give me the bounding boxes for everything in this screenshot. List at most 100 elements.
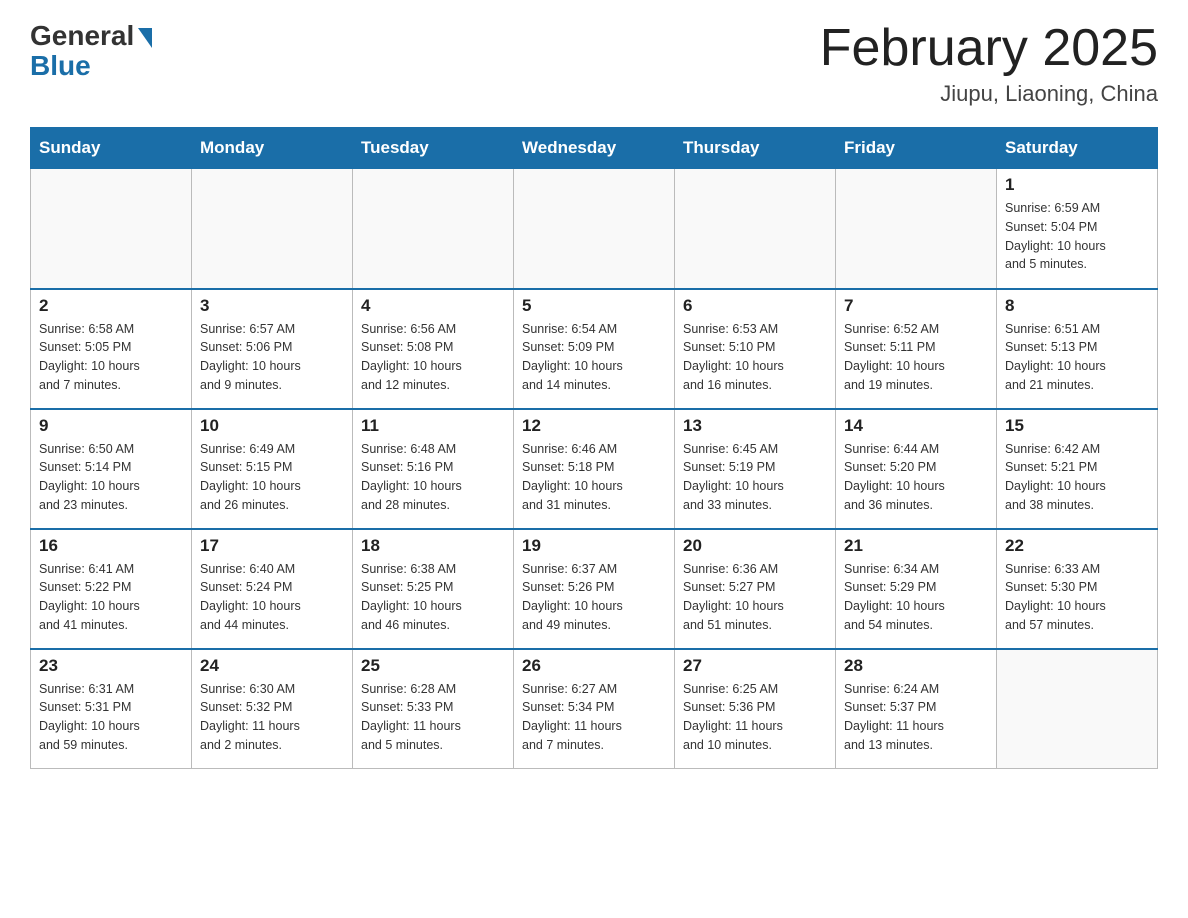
weekday-header-row: SundayMondayTuesdayWednesdayThursdayFrid… [31, 128, 1158, 169]
calendar-cell: 20Sunrise: 6:36 AM Sunset: 5:27 PM Dayli… [675, 529, 836, 649]
calendar-cell: 7 Sunrise: 6:52 AM Sunset: 5:11 PM Daylig… [836, 289, 997, 409]
calendar-week-row: 2 Sunrise: 6:58 AM Sunset: 5:05 PM Daylig… [31, 289, 1158, 409]
calendar-week-row: 16 Sunrise: 6:41 AM Sunset: 5:22 PM Dayli… [31, 529, 1158, 649]
calendar-cell: 10 Sunrise: 6:49 AM Sunset: 5:15 PM Dayli… [192, 409, 353, 529]
day-number: 26 [522, 656, 666, 676]
location-text: Jiupu, Liaoning, China [820, 81, 1158, 107]
day-info: Sunrise: 6:52 AM Sunset: 5:11 PM Dayligh… [844, 320, 988, 395]
day-number: 21 [844, 536, 988, 556]
calendar-cell [997, 649, 1158, 769]
day-number: 7 [844, 296, 988, 316]
day-number: 17 [200, 536, 344, 556]
day-info: Sunrise: 6:59 AM Sunset: 5:04 PM Dayligh… [1005, 199, 1149, 274]
day-info: Sunrise: 6:49 AM Sunset: 5:15 PM Dayligh… [200, 440, 344, 515]
day-info: Sunrise: 6:46 AM Sunset: 5:18 PM Dayligh… [522, 440, 666, 515]
day-info: Sunrise: 6:54 AM Sunset: 5:09 PM Dayligh… [522, 320, 666, 395]
calendar-cell: 3 Sunrise: 6:57 AM Sunset: 5:06 PM Daylig… [192, 289, 353, 409]
logo-blue-text: Blue [30, 50, 91, 82]
logo: General Blue [30, 20, 152, 82]
weekday-header-monday: Monday [192, 128, 353, 169]
day-number: 5 [522, 296, 666, 316]
day-number: 2 [39, 296, 183, 316]
day-info: Sunrise: 6:42 AM Sunset: 5:21 PM Dayligh… [1005, 440, 1149, 515]
day-number: 22 [1005, 536, 1149, 556]
weekday-header-friday: Friday [836, 128, 997, 169]
calendar-cell: 17 Sunrise: 6:40 AM Sunset: 5:24 PM Dayli… [192, 529, 353, 649]
calendar-cell: 15 Sunrise: 6:42 AM Sunset: 5:21 PM Dayli… [997, 409, 1158, 529]
day-number: 1 [1005, 175, 1149, 195]
calendar-cell [31, 169, 192, 289]
calendar-cell: 11Sunrise: 6:48 AM Sunset: 5:16 PM Dayli… [353, 409, 514, 529]
day-number: 24 [200, 656, 344, 676]
day-info: Sunrise: 6:50 AM Sunset: 5:14 PM Dayligh… [39, 440, 183, 515]
month-title: February 2025 [820, 20, 1158, 77]
calendar-cell: 24 Sunrise: 6:30 AM Sunset: 5:32 PM Dayli… [192, 649, 353, 769]
day-number: 3 [200, 296, 344, 316]
day-info: Sunrise: 6:31 AM Sunset: 5:31 PM Dayligh… [39, 680, 183, 755]
day-number: 4 [361, 296, 505, 316]
day-info: Sunrise: 6:28 AM Sunset: 5:33 PM Dayligh… [361, 680, 505, 755]
page-header: General Blue February 2025 Jiupu, Liaoni… [30, 20, 1158, 107]
day-info: Sunrise: 6:56 AM Sunset: 5:08 PM Dayligh… [361, 320, 505, 395]
day-info: Sunrise: 6:40 AM Sunset: 5:24 PM Dayligh… [200, 560, 344, 635]
day-number: 28 [844, 656, 988, 676]
day-info: Sunrise: 6:53 AM Sunset: 5:10 PM Dayligh… [683, 320, 827, 395]
weekday-header-sunday: Sunday [31, 128, 192, 169]
day-info: Sunrise: 6:37 AM Sunset: 5:26 PM Dayligh… [522, 560, 666, 635]
calendar-cell: 12 Sunrise: 6:46 AM Sunset: 5:18 PM Dayli… [514, 409, 675, 529]
day-info: Sunrise: 6:34 AM Sunset: 5:29 PM Dayligh… [844, 560, 988, 635]
day-info: Sunrise: 6:38 AM Sunset: 5:25 PM Dayligh… [361, 560, 505, 635]
day-number: 16 [39, 536, 183, 556]
day-number: 19 [522, 536, 666, 556]
day-number: 6 [683, 296, 827, 316]
day-info: Sunrise: 6:30 AM Sunset: 5:32 PM Dayligh… [200, 680, 344, 755]
day-number: 18 [361, 536, 505, 556]
logo-general-text: General [30, 20, 134, 52]
day-number: 23 [39, 656, 183, 676]
day-number: 8 [1005, 296, 1149, 316]
calendar-cell: 14Sunrise: 6:44 AM Sunset: 5:20 PM Dayli… [836, 409, 997, 529]
header-right: February 2025 Jiupu, Liaoning, China [820, 20, 1158, 107]
calendar-cell: 6 Sunrise: 6:53 AM Sunset: 5:10 PM Daylig… [675, 289, 836, 409]
day-number: 11 [361, 416, 505, 436]
day-number: 12 [522, 416, 666, 436]
calendar-table: SundayMondayTuesdayWednesdayThursdayFrid… [30, 127, 1158, 769]
calendar-cell: 25 Sunrise: 6:28 AM Sunset: 5:33 PM Dayli… [353, 649, 514, 769]
calendar-cell: 4 Sunrise: 6:56 AM Sunset: 5:08 PM Daylig… [353, 289, 514, 409]
day-number: 25 [361, 656, 505, 676]
day-info: Sunrise: 6:45 AM Sunset: 5:19 PM Dayligh… [683, 440, 827, 515]
calendar-cell: 19 Sunrise: 6:37 AM Sunset: 5:26 PM Dayli… [514, 529, 675, 649]
calendar-cell: 21 Sunrise: 6:34 AM Sunset: 5:29 PM Dayli… [836, 529, 997, 649]
calendar-cell [192, 169, 353, 289]
day-info: Sunrise: 6:24 AM Sunset: 5:37 PM Dayligh… [844, 680, 988, 755]
day-info: Sunrise: 6:25 AM Sunset: 5:36 PM Dayligh… [683, 680, 827, 755]
day-info: Sunrise: 6:36 AM Sunset: 5:27 PM Dayligh… [683, 560, 827, 635]
day-number: 15 [1005, 416, 1149, 436]
calendar-cell [514, 169, 675, 289]
calendar-cell: 23 Sunrise: 6:31 AM Sunset: 5:31 PM Dayli… [31, 649, 192, 769]
day-number: 14 [844, 416, 988, 436]
calendar-cell: 9 Sunrise: 6:50 AM Sunset: 5:14 PM Daylig… [31, 409, 192, 529]
weekday-header-saturday: Saturday [997, 128, 1158, 169]
calendar-cell: 18 Sunrise: 6:38 AM Sunset: 5:25 PM Dayli… [353, 529, 514, 649]
logo-arrow-icon [138, 28, 152, 48]
calendar-cell: 1 Sunrise: 6:59 AM Sunset: 5:04 PM Daylig… [997, 169, 1158, 289]
calendar-cell [675, 169, 836, 289]
weekday-header-thursday: Thursday [675, 128, 836, 169]
calendar-cell: 16 Sunrise: 6:41 AM Sunset: 5:22 PM Dayli… [31, 529, 192, 649]
calendar-cell: 28 Sunrise: 6:24 AM Sunset: 5:37 PM Dayli… [836, 649, 997, 769]
day-info: Sunrise: 6:33 AM Sunset: 5:30 PM Dayligh… [1005, 560, 1149, 635]
calendar-cell: 2 Sunrise: 6:58 AM Sunset: 5:05 PM Daylig… [31, 289, 192, 409]
calendar-cell: 8Sunrise: 6:51 AM Sunset: 5:13 PM Daylig… [997, 289, 1158, 409]
day-info: Sunrise: 6:58 AM Sunset: 5:05 PM Dayligh… [39, 320, 183, 395]
day-info: Sunrise: 6:27 AM Sunset: 5:34 PM Dayligh… [522, 680, 666, 755]
day-number: 9 [39, 416, 183, 436]
weekday-header-tuesday: Tuesday [353, 128, 514, 169]
day-number: 27 [683, 656, 827, 676]
calendar-week-row: 23 Sunrise: 6:31 AM Sunset: 5:31 PM Dayli… [31, 649, 1158, 769]
calendar-cell: 27 Sunrise: 6:25 AM Sunset: 5:36 PM Dayli… [675, 649, 836, 769]
day-number: 10 [200, 416, 344, 436]
calendar-cell: 13Sunrise: 6:45 AM Sunset: 5:19 PM Dayli… [675, 409, 836, 529]
day-info: Sunrise: 6:57 AM Sunset: 5:06 PM Dayligh… [200, 320, 344, 395]
day-info: Sunrise: 6:41 AM Sunset: 5:22 PM Dayligh… [39, 560, 183, 635]
